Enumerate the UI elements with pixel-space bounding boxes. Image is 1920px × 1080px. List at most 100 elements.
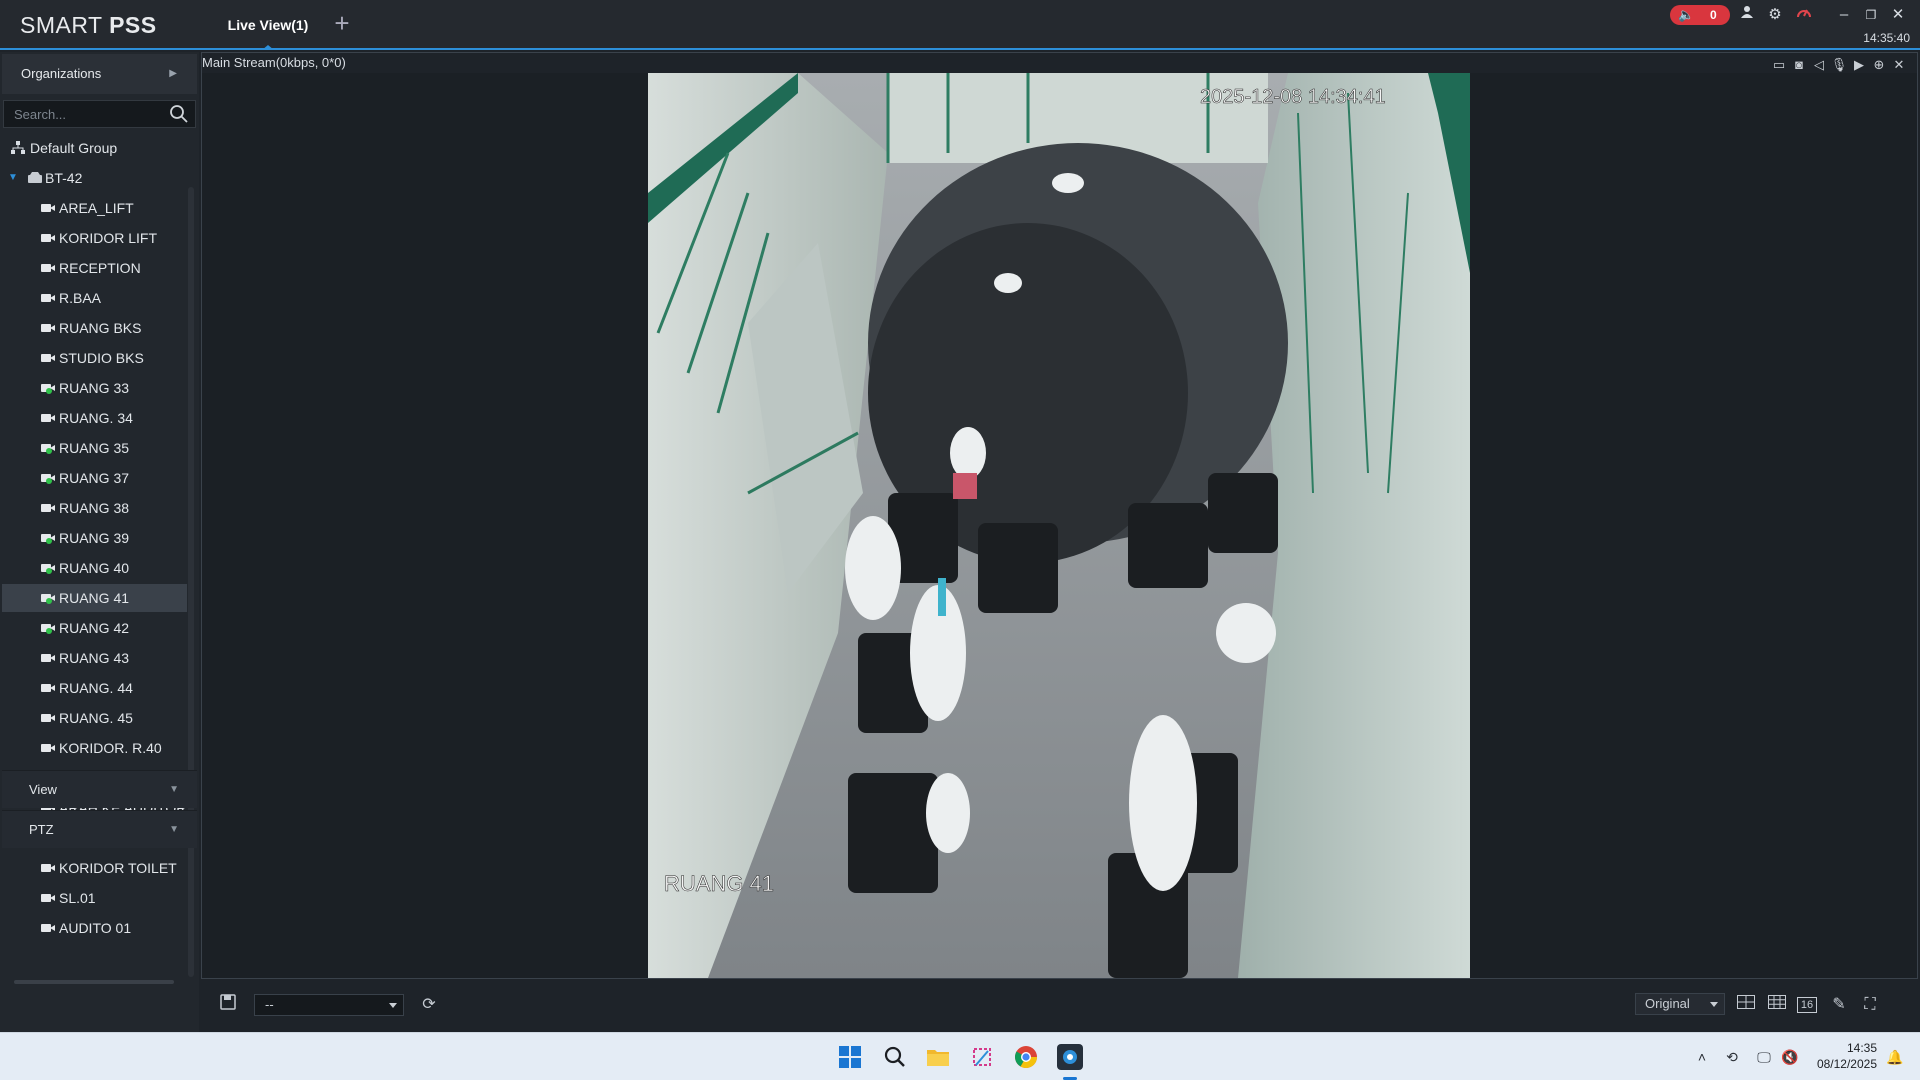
channel-item[interactable]: KORIDOR LIFT xyxy=(2,224,187,252)
channel-item[interactable]: STUDIO BKS xyxy=(2,344,187,372)
performance-gauge-icon[interactable] xyxy=(1794,5,1814,25)
search-input[interactable] xyxy=(14,105,164,123)
stretch-mode-select[interactable]: Original xyxy=(1635,993,1725,1015)
talk-microphone-icon[interactable]: 🎙 xyxy=(1829,57,1849,73)
channel-item[interactable]: SL.01 xyxy=(2,884,187,912)
channel-item[interactable]: RUANG 42 xyxy=(2,614,187,642)
volume-muted-icon[interactable]: 🔇 xyxy=(1780,1047,1800,1067)
channel-label: RUANG 43 xyxy=(59,650,130,666)
camera-icon xyxy=(41,863,55,873)
channel-label: RUANG 35 xyxy=(59,440,130,456)
snapshot-camera-icon[interactable]: ◙ xyxy=(1789,57,1809,73)
tray-chevron-up-icon[interactable]: ˄ xyxy=(1692,1047,1712,1067)
dropdown-caret-icon xyxy=(1710,1002,1718,1007)
group-icon xyxy=(11,141,25,154)
ptz-panel-toggle[interactable]: PTZ ▼ xyxy=(2,810,197,848)
split-16-button[interactable]: 16 xyxy=(1797,997,1817,1013)
camera-icon xyxy=(41,473,55,484)
channel-item[interactable]: R.BAA xyxy=(2,284,187,312)
network-icon[interactable]: 🖵 xyxy=(1754,1047,1774,1067)
channel-item[interactable]: RUANG 38 xyxy=(2,494,187,522)
camera-icon xyxy=(41,263,55,273)
osd-channel-name: RUANG 41 xyxy=(664,871,774,896)
save-view-icon[interactable] xyxy=(217,994,239,1016)
channel-item[interactable]: RUANG. 44 xyxy=(2,674,187,702)
user-icon[interactable] xyxy=(1737,5,1757,25)
channel-item[interactable]: AUDITO 01 xyxy=(2,914,187,942)
camera-icon xyxy=(41,533,55,544)
channel-item[interactable]: RUANG 37 xyxy=(2,464,187,492)
tree-horizontal-scrollbar[interactable] xyxy=(14,980,174,984)
channel-item[interactable]: RUANG BKS xyxy=(2,314,187,342)
channel-item[interactable]: RUANG 41 xyxy=(2,584,187,612)
restore-icon[interactable]: ❐ xyxy=(1861,5,1881,25)
stream-info-text: Main Stream(0kbps, 0*0) xyxy=(202,55,346,70)
channel-label: R.BAA xyxy=(59,290,102,306)
camera-icon xyxy=(41,593,55,604)
camera-icon xyxy=(41,623,55,634)
sync-icon[interactable]: ⟲ xyxy=(1722,1047,1742,1067)
channel-label: RUANG 40 xyxy=(59,560,130,576)
close-window-icon[interactable]: ✕ xyxy=(1889,57,1909,73)
snipping-tool-icon[interactable] xyxy=(966,1041,998,1073)
channel-label: KORIDOR LIFT xyxy=(59,230,158,246)
windows-start-icon[interactable] xyxy=(834,1041,866,1073)
tour-refresh-icon[interactable]: ⟳ xyxy=(418,994,440,1016)
minimize-icon[interactable]: – xyxy=(1834,5,1854,25)
add-tab-button[interactable]: + xyxy=(330,10,354,36)
chrome-browser-icon[interactable] xyxy=(1010,1041,1042,1073)
fullscreen-icon[interactable]: ⛶ xyxy=(1859,994,1881,1016)
live-view-pane[interactable]: Main Stream(0kbps, 0*0) ▭ ◙ ◁ 🎙 ▶ ⊕ ✕ 20… xyxy=(201,52,1918,979)
split-9-icon[interactable] xyxy=(1766,994,1788,1016)
camera-icon xyxy=(41,203,55,213)
channel-item[interactable]: RUANG 39 xyxy=(2,524,187,552)
device-label: BT-42 xyxy=(45,170,83,186)
file-explorer-icon[interactable] xyxy=(922,1041,954,1073)
channel-item[interactable]: AREA_LIFT xyxy=(2,194,187,222)
camera-video-feed[interactable]: 2025-12-08 14:34:41 RUANG 41 xyxy=(648,73,1470,978)
audio-icon[interactable]: ◁ xyxy=(1809,57,1829,73)
alarm-badge[interactable]: 🔈 0 xyxy=(1670,5,1730,25)
split-4-icon[interactable] xyxy=(1735,994,1757,1016)
settings-gear-icon[interactable]: ⚙ xyxy=(1765,5,1785,25)
search-icon[interactable] xyxy=(169,104,189,124)
expand-triangle-icon[interactable]: ▼ xyxy=(8,164,18,192)
taskbar-search-icon[interactable] xyxy=(879,1041,911,1073)
channel-label: KORIDOR TOILET xyxy=(59,860,177,876)
custom-split-edit-icon[interactable]: ✎ xyxy=(1828,994,1850,1016)
camera-icon xyxy=(41,413,55,423)
default-group-node[interactable]: Default Group xyxy=(2,134,187,162)
system-clock: 14:35:40 xyxy=(1863,31,1910,45)
close-icon[interactable]: ✕ xyxy=(1888,5,1908,25)
default-group-label: Default Group xyxy=(30,140,118,156)
channel-item[interactable]: RUANG. 34 xyxy=(2,404,187,432)
record-icon[interactable]: ▶ xyxy=(1849,57,1869,73)
smart-pss-taskbar-icon[interactable] xyxy=(1054,1041,1086,1073)
channel-label: RUANG 42 xyxy=(59,620,130,636)
smart-pss-window: SMART PSS Live View(1) + 🔈 0 ⚙ – ❐ ✕ 14:… xyxy=(0,0,1920,1032)
tab-live-view[interactable]: Live View(1) xyxy=(206,0,330,50)
channel-item[interactable]: RUANG 33 xyxy=(2,374,187,402)
dropdown-caret-icon xyxy=(389,1003,397,1008)
organizations-header[interactable]: Organizations ▶ xyxy=(2,54,197,94)
device-node-bt42[interactable]: ▼ BT-42 xyxy=(2,164,187,192)
channel-item[interactable]: RUANG 43 xyxy=(2,644,187,672)
aspect-ratio-icon[interactable]: ▭ xyxy=(1769,57,1789,73)
camera-icon xyxy=(41,353,55,363)
view-panel-toggle[interactable]: View ▼ xyxy=(2,770,197,808)
channel-item[interactable]: RUANG 35 xyxy=(2,434,187,462)
channel-item[interactable]: RUANG 40 xyxy=(2,554,187,582)
tree-scrollbar[interactable] xyxy=(188,187,194,977)
channel-item[interactable]: KORIDOR. R.40 xyxy=(2,734,187,762)
channel-item[interactable]: KORIDOR TOILET xyxy=(2,854,187,882)
channel-item[interactable]: RECEPTION xyxy=(2,254,187,282)
taskbar-clock[interactable]: 14:35 08/12/2025 xyxy=(1817,1040,1877,1072)
notification-bell-icon[interactable]: 🔔 xyxy=(1885,1047,1905,1067)
preset-select[interactable]: -- xyxy=(254,994,404,1016)
camera-icon xyxy=(41,563,55,574)
channel-item[interactable]: RUANG. 45 xyxy=(2,704,187,732)
device-panel: Organizations ▶ Default Group ▼ BT-42 AR… xyxy=(0,52,199,1032)
channel-label: STUDIO BKS xyxy=(59,350,144,366)
channel-label: RUANG 37 xyxy=(59,470,130,486)
zoom-icon[interactable]: ⊕ xyxy=(1869,57,1889,73)
